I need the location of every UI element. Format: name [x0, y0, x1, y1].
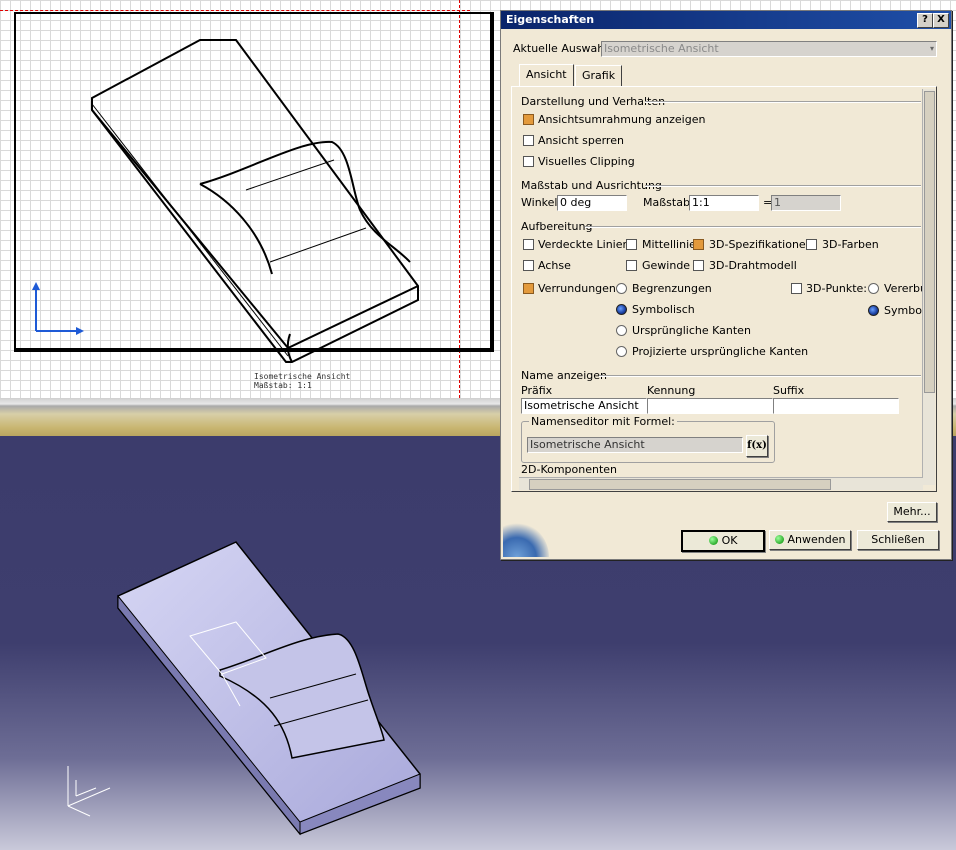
id-input[interactable]	[647, 398, 773, 414]
current-selection-select[interactable]: Isometrische Ansicht ▾	[601, 41, 937, 57]
points-inherit-label: Vererbur	[884, 282, 922, 295]
divider	[585, 226, 921, 228]
current-selection-value: Isometrische Ansicht	[604, 42, 719, 55]
center-line-label: Mittellinie	[642, 238, 696, 251]
more-button[interactable]: Mehr...	[887, 502, 937, 522]
formula-button[interactable]: f(x)	[746, 435, 768, 457]
angle-input[interactable]: 0 deg	[557, 195, 627, 211]
fillets-label: Verrundungen:	[538, 282, 620, 295]
chevron-down-icon: ▾	[929, 44, 934, 53]
thread-label: Gewinde	[642, 259, 691, 272]
group-components-title: 2D-Komponenten	[521, 463, 618, 476]
tab-ansicht[interactable]: Ansicht	[519, 64, 574, 86]
hidden-lines-label: Verdeckte Linien	[538, 238, 630, 251]
fillet-original-radio[interactable]	[616, 325, 627, 336]
scroll-thumb[interactable]	[924, 91, 935, 393]
fillet-original-label: Ursprüngliche Kanten	[632, 324, 751, 337]
prefix-input[interactable]: Isometrische Ansicht	[521, 398, 647, 414]
thread-checkbox[interactable]	[626, 260, 637, 271]
divider	[645, 101, 921, 103]
group-scale-title: Maßstab und Ausrichtung	[521, 179, 662, 192]
fillet-symbolic-radio[interactable]	[616, 304, 627, 315]
group-display-title: Darstellung und Verhalten	[521, 95, 666, 108]
scale-label: Maßstab:	[643, 196, 694, 209]
spec3d-checkbox[interactable]	[693, 239, 704, 250]
points-inherit-radio[interactable]	[868, 283, 879, 294]
tab-grafik[interactable]: Grafik	[575, 65, 623, 87]
id-label: Kennung	[647, 384, 696, 397]
colors3d-label: 3D-Farben	[822, 238, 879, 251]
fillet-boundaries-label: Begrenzungen	[632, 282, 712, 295]
scale-input[interactable]: 1:1	[689, 195, 759, 211]
apply-led-icon	[774, 535, 784, 544]
scroll-thumb[interactable]	[529, 479, 831, 490]
formula-editor-label: Namenseditor mit Formel:	[529, 415, 677, 428]
view-caption-scale: Maßstab: 1:1	[254, 381, 312, 390]
points-symbol-radio[interactable]	[868, 305, 879, 316]
colors3d-checkbox[interactable]	[806, 239, 817, 250]
fillets-checkbox[interactable]	[523, 283, 534, 294]
divider	[599, 375, 921, 377]
points-symbol-label: Symbol	[884, 304, 925, 317]
catia-logo	[503, 521, 549, 557]
fillet-projected-label: Projizierte ursprüngliche Kanten	[632, 345, 809, 358]
horizontal-scrollbar[interactable]	[519, 477, 923, 490]
suffix-input[interactable]	[773, 398, 899, 414]
properties-dialog: Eigenschaften ? X Aktuelle Auswahl: Isom…	[500, 10, 952, 560]
suffix-label: Suffix	[773, 384, 805, 397]
hidden-lines-checkbox[interactable]	[523, 239, 534, 250]
fillet-projected-radio[interactable]	[616, 346, 627, 357]
center-line-checkbox[interactable]	[626, 239, 637, 250]
points3d-label: 3D-Punkte:	[806, 282, 867, 295]
vertical-scrollbar[interactable]	[922, 89, 935, 485]
dialog-title: Eigenschaften	[506, 13, 595, 26]
wireframe3d-label: 3D-Drahtmodell	[709, 259, 797, 272]
ok-led-icon	[708, 536, 718, 545]
wireframe3d-checkbox[interactable]	[693, 260, 704, 271]
group-name-title: Name anzeigen	[521, 369, 607, 382]
scale-result-field: 1	[771, 195, 841, 211]
axis-checkbox[interactable]	[523, 260, 534, 271]
axis-label: Achse	[538, 259, 571, 272]
ok-button[interactable]: OK	[681, 530, 765, 552]
frame-checkbox[interactable]	[523, 114, 534, 125]
apply-button[interactable]: Anwenden	[769, 530, 851, 550]
lock-view-label: Ansicht sperren	[538, 134, 624, 147]
view-caption-title: Isometrische Ansicht	[254, 372, 351, 381]
ok-label: OK	[721, 534, 738, 547]
fillet-boundaries-radio[interactable]	[616, 283, 627, 294]
lock-view-checkbox[interactable]	[523, 135, 534, 146]
current-selection-label: Aktuelle Auswahl:	[513, 42, 612, 55]
help-button[interactable]: ?	[917, 13, 933, 28]
fillet-symbolic-label: Symbolisch	[632, 303, 695, 316]
clipping-label: Visuelles Clipping	[538, 155, 635, 168]
close-button[interactable]: Schließen	[857, 530, 939, 550]
formula-field: Isometrische Ansicht	[527, 437, 743, 453]
dialog-titlebar[interactable]: Eigenschaften ? X	[501, 11, 951, 29]
prefix-label: Präfix	[521, 384, 553, 397]
spec3d-label: 3D-Spezifikationen	[709, 238, 813, 251]
frame-label: Ansichtsumrahmung anzeigen	[538, 113, 706, 126]
apply-label: Anwenden	[787, 533, 846, 546]
isometric-part-drawing[interactable]	[0, 0, 500, 398]
group-dressup-title: Aufbereitung	[521, 220, 593, 233]
divider	[645, 185, 921, 187]
clipping-checkbox[interactable]	[523, 156, 534, 167]
angle-label: Winkel:	[521, 196, 562, 209]
points3d-checkbox[interactable]	[791, 283, 802, 294]
close-x-button[interactable]: X	[933, 13, 949, 28]
